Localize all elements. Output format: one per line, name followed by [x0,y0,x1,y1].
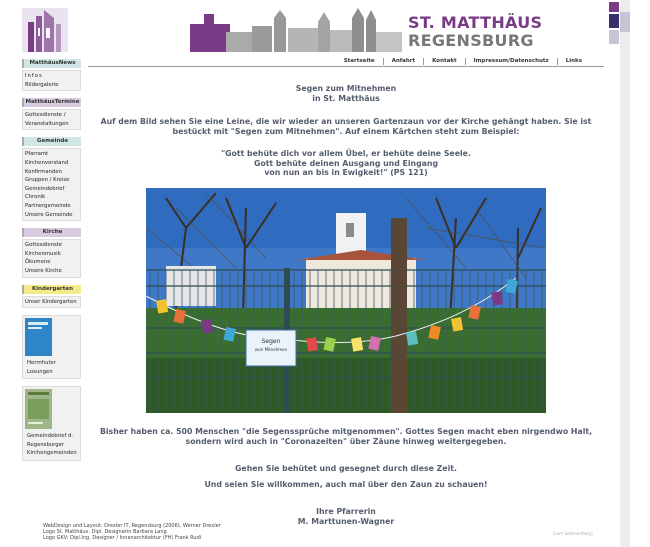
sidebar-heading-gemeinde[interactable]: Gemeinde [22,137,81,147]
losungen-box[interactable]: Herrnhuter Losungen [22,315,81,380]
sidebar-list-kirche: Gottesdienste Kirchenmusik Ökumene Unser… [22,239,81,278]
sidebar-item-chronik[interactable]: Chronik [23,193,80,202]
article-title-line-2: in St. Matthäus [312,93,380,103]
losungen-label-2: Losungen [27,368,53,375]
article-quote: "Gott behüte dich vor allem Übel, er beh… [96,149,596,178]
sidebar-item-partnergemeinde[interactable]: Partnergemeinde [23,202,80,211]
sidebar-list-kindergarten: Unser Kindergarten [22,295,81,309]
footer-line-3: Logo GKV: Dipl.Ing. Designer / Innenarch… [43,535,202,542]
signature-line-1: Ihre Pfarrerin [316,507,376,516]
sidebar-item-veranstaltungen[interactable]: Veranstaltungen [23,120,80,129]
sidebar-item-konfirmanden[interactable]: Konfirmanden [23,168,80,177]
sidebar: MatthäusNews Infos Bildergalerie Matthäu… [22,59,81,468]
sidebar-item-gemeindebrief[interactable]: Gemeindebrief [23,185,80,194]
sidebar-heading-kindergarten[interactable]: Kindergarten [22,284,81,294]
sidebar-item-infos[interactable]: Infos [23,72,80,81]
quote-line-1: "Gott behüte dich vor allem Übel, er beh… [221,149,471,158]
article-after-photo: Bisher haben ca. 500 Menschen "die Segen… [96,427,596,446]
back-to-top-link[interactable]: [zum Seitenanfang] [553,531,593,536]
sidebar-heading-termine[interactable]: MatthäusTermine [22,98,81,108]
sidebar-item-pfarramt[interactable]: Pfarramt [23,150,80,159]
after-photo-line-2: sondern wird auch in "Coronazeiten" über… [185,436,507,446]
gemeindebrief-label-2: Regensburger [27,441,65,448]
sidebar-item-kirchenmusik[interactable]: Kirchenmusik [23,250,80,259]
after-photo-line-1: Bisher haben ca. 500 Menschen "die Segen… [99,427,593,436]
sidebar-item-oekumene[interactable]: Ökumene [23,258,80,267]
nav-impressum[interactable]: Impressum/Datenschutz [464,58,557,65]
sidebar-list-termine: Gottesdienste / Veranstaltungen [22,109,81,131]
photo-sign-line-1: Segen [262,338,281,345]
quote-line-2: Gott behüte deinen Ausgang und Eingang [253,158,439,168]
losungen-label-1: Herrnhuter [27,360,56,367]
photo-sign-line-2: zum Mitnehmen [255,347,288,352]
gemeindebrief-label-1: Gemeindebrief d. [27,433,74,440]
welcome-line: Und seien Sie willkommen, auch mal über … [204,480,488,489]
sidebar-item-bildergalerie[interactable]: Bildergalerie [23,81,80,90]
sidebar-heading-news[interactable]: MatthäusNews [22,59,81,68]
gemeindebrief-label-3: Kirchengemeinden [27,450,77,457]
sidebar-item-kirchenvorstand[interactable]: Kirchenvorstand [23,159,80,168]
sidebar-item-unser-kindergarten[interactable]: Unser Kindergarten [23,298,80,307]
gemeindebrief-cover-icon [25,389,52,430]
gemeindebrief-box[interactable]: Gemeindebrief d. Regensburger Kirchengem… [22,386,81,462]
sidebar-item-unsere-kirche[interactable]: Unsere Kirche [23,267,80,276]
sidebar-list-news: Infos Bildergalerie [22,70,81,92]
decorative-side-strip [609,0,630,547]
article-title: Segen zum Mitnehmen in St. Matthäus [96,84,596,103]
church-fence-photo: Segen zum Mitnehmen [146,188,546,413]
losungen-book-icon [25,318,52,357]
blessing-line: Gehen Sie behütet und gesegnet durch die… [235,464,457,473]
church-logo-icon[interactable] [22,8,68,52]
sidebar-list-gemeinde: Pfarramt Kirchenvorstand Konfirmanden Gr… [22,148,81,222]
sidebar-item-gottesdienste[interactable]: Gottesdienste [23,241,80,250]
sidebar-item-gottesdienste-veranstaltungen[interactable]: Gottesdienste / [23,111,80,120]
article-title-line-1: Segen zum Mitnehmen [295,84,397,93]
regensburg-skyline-logo [190,8,402,52]
top-navigation: Startseite Anfahrt Kontakt Impressum/Dat… [88,58,604,67]
sidebar-heading-kirche[interactable]: Kirche [22,228,81,238]
sidebar-item-unsere-gemeinde[interactable]: Unsere Gemeinde [23,211,80,220]
nav-links[interactable]: Links [556,58,590,65]
quote-line-3: von nun an bis in Ewigkeit!" (PS 121) [264,168,428,178]
sidebar-item-gruppen[interactable]: Gruppen / Kreise [23,176,80,185]
nav-anfahrt[interactable]: Anfahrt [382,58,424,65]
brand-line-2: REGENSBURG [408,31,534,50]
site-brand[interactable]: ST. MATTHÄUS REGENSBURG [408,14,542,50]
article-intro: Auf dem Bild sehen Sie eine Leine, die w… [100,117,592,136]
nav-startseite[interactable]: Startseite [336,58,383,65]
nav-kontakt[interactable]: Kontakt [423,58,465,65]
footer-credits: WebDesign und Layout: Drexler IT, Regens… [43,523,221,542]
brand-line-1: ST. MATTHÄUS [408,13,543,32]
